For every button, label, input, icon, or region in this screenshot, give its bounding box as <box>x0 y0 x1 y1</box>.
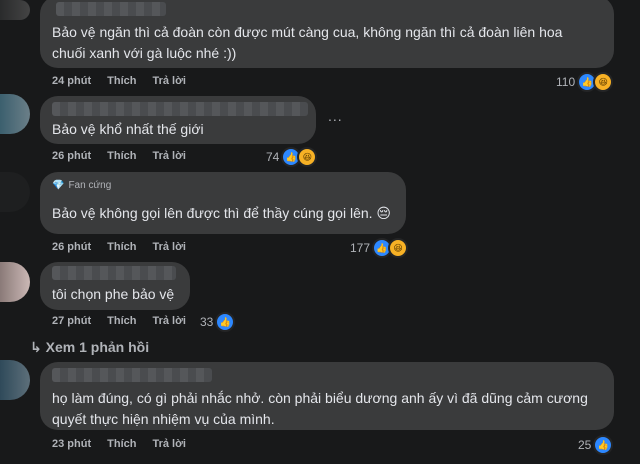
comment-time[interactable]: 26 phút <box>52 150 91 162</box>
reply-button[interactable]: Trả lời <box>152 438 186 450</box>
reaction-count: 110 <box>556 75 576 89</box>
reply-arrow-icon: ↳ <box>30 339 42 355</box>
more-options-icon[interactable]: ... <box>328 108 343 124</box>
avatar[interactable] <box>0 0 30 20</box>
avatar[interactable] <box>0 94 30 134</box>
reaction-count: 177 <box>350 241 371 255</box>
comment-bubble: 💎 Fan cứng Bảo vệ không gọi lên được thì… <box>40 172 406 234</box>
comment-time[interactable]: 27 phút <box>52 315 91 327</box>
commenter-name[interactable] <box>52 102 308 116</box>
commenter-name[interactable] <box>56 2 166 16</box>
diamond-icon: 💎 <box>52 180 65 191</box>
comment-time[interactable]: 24 phút <box>52 75 91 87</box>
comment-actions: 24 phút Thích Trả lời <box>52 75 186 87</box>
comment-bubble: tôi chọn phe bảo vệ <box>40 262 190 310</box>
reaction-count: 74 <box>266 150 280 164</box>
reply-button[interactable]: Trả lời <box>152 241 186 253</box>
fan-badge-label: Fan cứng <box>68 180 112 191</box>
like-button[interactable]: Thích <box>107 241 136 253</box>
commenter-name[interactable] <box>52 368 212 382</box>
like-icon: 👍 <box>593 435 614 455</box>
comment-actions: 26 phút Thích Trả lời <box>52 241 186 253</box>
comment-actions: 27 phút Thích Trả lời <box>52 315 186 327</box>
avatar[interactable] <box>0 262 30 302</box>
like-button[interactable]: Thích <box>107 315 136 327</box>
like-button[interactable]: Thích <box>107 75 136 87</box>
comment-text: Bảo vệ khổ nhất thế giới <box>52 121 204 137</box>
reply-button[interactable]: Trả lời <box>152 315 186 327</box>
avatar[interactable] <box>0 172 30 212</box>
haha-icon: 😆 <box>388 238 409 258</box>
comment-actions: 23 phút Thích Trả lời <box>52 438 186 450</box>
comment-bubble: Bảo vệ khổ nhất thế giới <box>40 96 316 144</box>
avatar[interactable] <box>0 360 30 400</box>
like-icon: 👍 <box>215 312 236 332</box>
view-replies-link[interactable]: ↳ Xem 1 phản hồi <box>30 339 149 356</box>
reaction-summary[interactable]: 110 👍 😆 <box>556 72 614 92</box>
reply-button[interactable]: Trả lời <box>152 75 186 87</box>
haha-icon: 😆 <box>297 147 318 167</box>
comment-bubble: Bảo vệ ngăn thì cả đoàn còn được mút càn… <box>40 0 614 68</box>
reaction-summary[interactable]: 74 👍 😆 <box>266 147 318 167</box>
commenter-name[interactable] <box>52 266 176 280</box>
comment-text: tôi chọn phe bảo vệ <box>52 286 175 302</box>
comment-actions: 26 phút Thích Trả lời <box>52 150 186 162</box>
fan-badge: 💎 Fan cứng <box>52 180 394 191</box>
reaction-count: 33 <box>200 315 214 329</box>
comment-time[interactable]: 23 phút <box>52 438 91 450</box>
reaction-summary[interactable]: 177 👍 😆 <box>350 238 409 258</box>
reply-button[interactable]: Trả lời <box>152 150 186 162</box>
comment-bubble: họ làm đúng, có gì phải nhắc nhở. còn ph… <box>40 362 614 430</box>
comment-text-continued: quyết thực hiện nhiệm vụ của mình. <box>52 411 275 427</box>
haha-icon: 😆 <box>593 72 614 92</box>
comment-text: Bảo vệ không gọi lên được thì để thầy cú… <box>52 205 392 221</box>
comment-text: họ làm đúng, có gì phải nhắc nhở. còn ph… <box>52 390 588 406</box>
like-button[interactable]: Thích <box>107 438 136 450</box>
like-button[interactable]: Thích <box>107 150 136 162</box>
reaction-summary[interactable]: 33 👍 <box>200 312 236 332</box>
comment-time[interactable]: 26 phút <box>52 241 91 253</box>
reaction-count: 25 <box>578 438 592 452</box>
comment-text: Bảo vệ ngăn thì cả đoàn còn được mút càn… <box>52 24 563 61</box>
reaction-summary[interactable]: 25 👍 <box>578 435 614 455</box>
